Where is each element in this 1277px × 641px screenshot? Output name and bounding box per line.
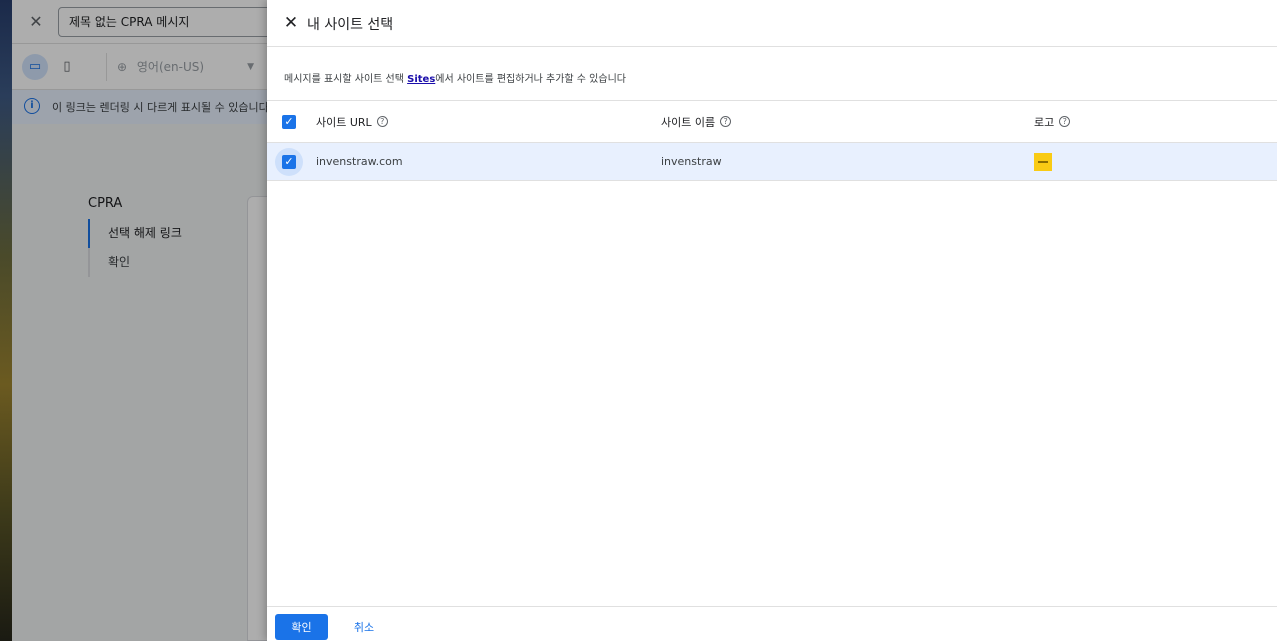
site-logo-cell [1034, 143, 1052, 180]
dialog-title: 내 사이트 선택 [307, 17, 394, 33]
dialog-description: 메시지를 표시할 사이트 선택 Sites에서 사이트를 편집하거나 추가할 수… [284, 70, 626, 85]
table-header-row: ✓ 사이트 URL ? 사이트 이름 ? 로고 ? [267, 100, 1277, 142]
check-icon: ✓ [284, 115, 294, 128]
column-header-url-label: 사이트 URL [316, 115, 372, 129]
select-all-checkbox[interactable]: ✓ [282, 115, 296, 129]
row-checkbox-wrap: ✓ [275, 148, 303, 176]
desktop-wallpaper-strip [0, 0, 12, 641]
sites-link[interactable]: Sites [407, 74, 435, 85]
sites-table: ✓ 사이트 URL ? 사이트 이름 ? 로고 ? ✓ invenstraw.c… [267, 100, 1277, 181]
column-header-logo: 로고 ? [1034, 101, 1071, 142]
site-logo-image [1034, 152, 1052, 171]
site-url-cell: invenstraw.com [316, 155, 403, 168]
row-checkbox[interactable]: ✓ [282, 155, 296, 169]
help-circle-icon[interactable]: ? [720, 116, 732, 127]
select-all-checkbox-wrap: ✓ [275, 108, 303, 136]
column-header-url: 사이트 URL ? [316, 101, 388, 142]
column-header-logo-label: 로고 [1034, 115, 1055, 129]
description-text-end: 에서 사이트를 편집하거나 추가할 수 있습니다 [435, 74, 626, 85]
dialog-footer: 확인 취소 [267, 606, 1277, 641]
site-name-cell: invenstraw [661, 155, 722, 168]
help-circle-icon[interactable]: ? [376, 116, 388, 127]
check-icon: ✓ [284, 155, 294, 168]
cancel-button[interactable]: 취소 [341, 614, 387, 640]
column-header-name: 사이트 이름 ? [661, 101, 732, 142]
table-row[interactable]: ✓ invenstraw.com invenstraw [267, 142, 1277, 181]
description-text: 메시지를 표시할 사이트 선택 [284, 74, 408, 85]
close-icon[interactable]: ✕ [281, 13, 301, 33]
select-sites-dialog: ✕ 내 사이트 선택 메시지를 표시할 사이트 선택 Sites에서 사이트를 … [267, 0, 1277, 641]
help-circle-icon[interactable]: ? [1059, 116, 1071, 127]
column-header-name-label: 사이트 이름 [661, 115, 716, 129]
dialog-header: ✕ 내 사이트 선택 [267, 0, 1277, 47]
confirm-button[interactable]: 확인 [275, 614, 328, 640]
